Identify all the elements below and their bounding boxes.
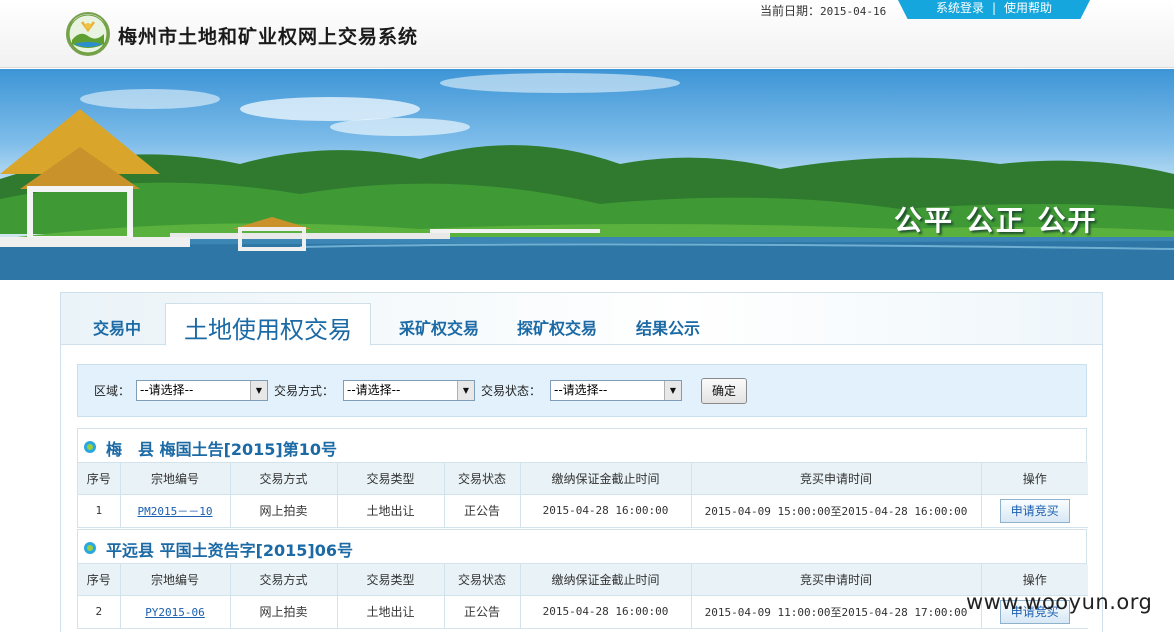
col-header-parcel-id: 宗地编号: [120, 463, 231, 495]
top-links-bar: 系统登录 | 使用帮助: [898, 0, 1090, 19]
region-label: 区域：: [94, 384, 131, 398]
bullet-circle-icon: [84, 441, 96, 453]
tab-results[interactable]: 结果公示: [636, 315, 700, 339]
row-deposit-deadline: 2015-04-28 16:00:00: [520, 595, 692, 629]
listing-header: 梅 县 梅国土告[2015]第10号: [78, 429, 1086, 463]
col-header-status: 交易状态: [444, 564, 521, 596]
col-header-method: 交易方式: [230, 564, 338, 596]
col-header-type: 交易类型: [337, 463, 445, 495]
listing-title: 梅 县 梅国土告[2015]第10号: [106, 440, 337, 459]
row-deposit-deadline: 2015-04-28 16:00:00: [520, 494, 692, 528]
table-header-row: 序号 宗地编号 交易方式 交易类型 交易状态 缴纳保证金截止时间 竞买申请时间 …: [78, 564, 1088, 596]
listing-title: 平远县 平国土资告字[2015]06号: [106, 541, 353, 560]
col-header-index: 序号: [78, 463, 121, 495]
region-select-value: --请选择--: [140, 383, 194, 397]
status-select[interactable]: --请选择-- ▼: [550, 380, 682, 401]
chevron-down-icon[interactable]: ▼: [457, 381, 474, 400]
status-select-value: --请选择--: [554, 383, 608, 397]
bullet-circle-icon: [84, 542, 96, 554]
current-date: 当前日期：2015-04-16: [760, 2, 886, 19]
col-header-action: 操作: [981, 463, 1088, 495]
table-header-row: 序号 宗地编号 交易方式 交易类型 交易状态 缴纳保证金截止时间 竞买申请时间 …: [78, 463, 1088, 495]
listing-block: 梅 县 梅国土告[2015]第10号 序号 宗地编号 交易方式 交易类型 交易状…: [77, 428, 1088, 528]
row-application-period: 2015-04-09 15:00:00至2015-04-28 16:00:00: [691, 494, 982, 528]
chevron-down-icon[interactable]: ▼: [250, 381, 267, 400]
col-header-deposit-deadline: 缴纳保证金截止时间: [520, 564, 692, 596]
tab-mining-rights[interactable]: 采矿权交易: [399, 315, 479, 339]
method-select-value: --请选择--: [347, 383, 401, 397]
tab-bar: 交易中 土地使用权交易 采矿权交易 探矿权交易 结果公示: [61, 293, 1102, 346]
banner-landscape: [0, 73, 1174, 280]
apply-bid-button[interactable]: 申请竞买: [999, 498, 1070, 523]
status-label: 交易状态：: [481, 384, 542, 398]
col-header-index: 序号: [78, 564, 121, 596]
row-application-period: 2015-04-09 11:00:00至2015-04-28 17:00:00: [691, 595, 982, 629]
table-row: 1 PM2015－－10 网上拍卖 土地出让 正公告 2015-04-28 16…: [78, 494, 1088, 528]
site-header: 梅州市土地和矿业权网上交易系统 当前日期：2015-04-16 系统登录 | 使用帮…: [0, 0, 1174, 68]
col-header-application-period: 竞买申请时间: [691, 564, 982, 596]
col-header-status: 交易状态: [444, 463, 521, 495]
row-method: 网上拍卖: [230, 595, 338, 629]
row-index: 1: [78, 494, 121, 528]
tab-exploration-rights[interactable]: 探矿权交易: [517, 315, 597, 339]
date-label: 当前日期：: [760, 4, 821, 18]
row-status: 正公告: [444, 494, 521, 528]
col-header-parcel-id: 宗地编号: [120, 564, 231, 596]
chevron-down-icon[interactable]: ▼: [664, 381, 681, 400]
col-header-type: 交易类型: [337, 564, 445, 596]
row-method: 网上拍卖: [230, 494, 338, 528]
col-header-application-period: 竞买申请时间: [691, 463, 982, 495]
site-logo-icon: [66, 12, 110, 56]
col-header-method: 交易方式: [230, 463, 338, 495]
method-label: 交易方式：: [274, 384, 335, 398]
site-title: 梅州市土地和矿业权网上交易系统: [118, 26, 419, 48]
region-select[interactable]: --请选择-- ▼: [136, 380, 268, 401]
row-status: 正公告: [444, 595, 521, 629]
confirm-button[interactable]: 确定: [701, 378, 747, 404]
parcel-id-link[interactable]: PM2015－－10: [138, 505, 213, 518]
parcel-id-link[interactable]: PY2015-06: [145, 606, 205, 619]
trade-panel: 交易中 土地使用权交易 采矿权交易 探矿权交易 结果公示 区域： --请选择--…: [60, 292, 1103, 632]
table-row: 2 PY2015-06 网上拍卖 土地出让 正公告 2015-04-28 16:…: [78, 595, 1088, 629]
row-index: 2: [78, 595, 121, 629]
tab-trading[interactable]: 交易中: [93, 315, 141, 339]
banner-slogan: 公平 公正 公开: [894, 204, 1098, 237]
login-link[interactable]: 系统登录: [936, 1, 984, 15]
watermark-text: www.wooyun.org: [966, 590, 1153, 614]
col-header-deposit-deadline: 缴纳保证金截止时间: [520, 463, 692, 495]
banner-image: 公平 公正 公开: [0, 69, 1174, 280]
filter-bar: 区域： --请选择-- ▼ 交易方式： --请选择-- ▼ 交易状态： --请选…: [77, 364, 1087, 417]
help-link[interactable]: 使用帮助: [1004, 1, 1052, 15]
row-type: 土地出让: [337, 595, 445, 629]
row-type: 土地出让: [337, 494, 445, 528]
listing-header: 平远县 平国土资告字[2015]06号: [78, 530, 1086, 564]
link-divider: |: [991, 1, 997, 15]
listing-block: 平远县 平国土资告字[2015]06号 序号 宗地编号 交易方式 交易类型 交易…: [77, 529, 1088, 629]
method-select[interactable]: --请选择-- ▼: [343, 380, 475, 401]
listing-table: 序号 宗地编号 交易方式 交易类型 交易状态 缴纳保证金截止时间 竞买申请时间 …: [78, 463, 1088, 528]
listing-table: 序号 宗地编号 交易方式 交易类型 交易状态 缴纳保证金截止时间 竞买申请时间 …: [78, 564, 1088, 629]
tab-land-use-rights[interactable]: 土地使用权交易: [165, 303, 371, 346]
date-value: 2015-04-16: [820, 5, 887, 18]
